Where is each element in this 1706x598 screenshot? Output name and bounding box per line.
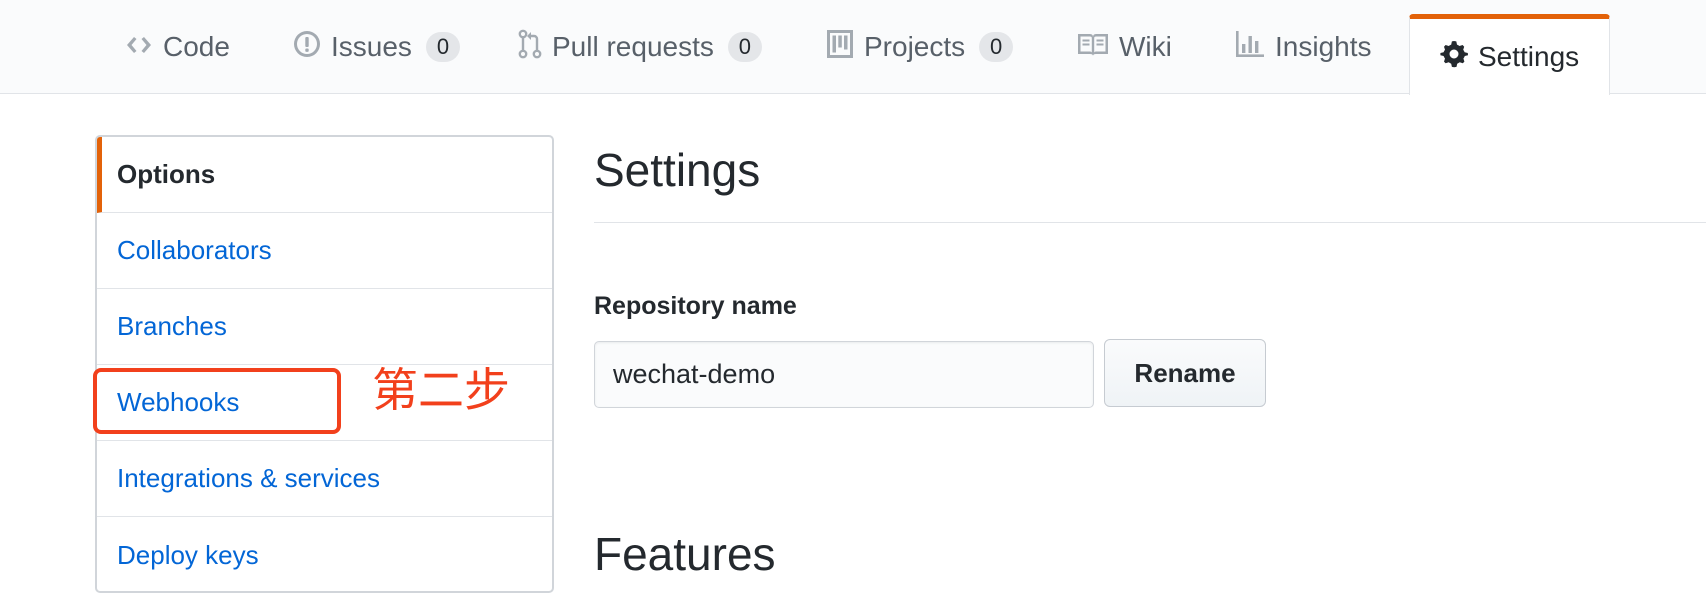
sidebar-item-integrations-services[interactable]: Integrations & services xyxy=(97,441,552,517)
tab-label: Pull requests xyxy=(552,31,714,62)
tab-projects[interactable]: Projects 0 xyxy=(826,0,1014,94)
tab-wiki[interactable]: Wiki xyxy=(1077,0,1172,94)
tab-label: Insights xyxy=(1275,31,1372,62)
tab-issues[interactable]: Issues 0 xyxy=(293,0,460,94)
annotation-step-label: 第二步 xyxy=(372,363,510,417)
repository-name-input[interactable] xyxy=(594,341,1094,408)
tab-settings[interactable]: Settings xyxy=(1409,14,1611,95)
tab-insights[interactable]: Insights xyxy=(1235,0,1372,94)
pull-requests-counter: 0 xyxy=(727,32,762,62)
gear-icon xyxy=(1440,40,1468,75)
rename-button[interactable]: Rename xyxy=(1104,339,1266,407)
sidebar-item-collaborators[interactable]: Collaborators xyxy=(97,213,552,289)
sidebar-item-branches[interactable]: Branches xyxy=(97,289,552,365)
project-icon xyxy=(826,29,854,66)
tab-code[interactable]: Code xyxy=(125,0,230,94)
features-heading: Features xyxy=(594,528,776,580)
page-title: Settings xyxy=(594,144,761,196)
tab-label: Code xyxy=(163,31,230,62)
tab-label: Settings xyxy=(1478,41,1580,72)
sidebar-item-deploy-keys[interactable]: Deploy keys xyxy=(97,517,552,591)
sidebar-item-options[interactable]: Options xyxy=(97,137,552,213)
graph-icon xyxy=(1235,30,1265,65)
issue-opened-icon xyxy=(293,30,321,65)
book-icon xyxy=(1077,31,1109,63)
code-icon xyxy=(125,31,153,63)
tab-pull-requests[interactable]: Pull requests 0 xyxy=(518,0,762,94)
repository-name-label: Repository name xyxy=(594,292,797,320)
repo-nav: Code Issues 0 Pull requests 0 Projects 0… xyxy=(0,0,1706,95)
tab-label: Projects xyxy=(864,31,966,62)
git-pull-request-icon xyxy=(518,29,542,66)
issues-counter: 0 xyxy=(425,32,460,62)
tab-label: Issues xyxy=(331,31,412,62)
tab-label: Wiki xyxy=(1119,31,1172,62)
projects-counter: 0 xyxy=(979,32,1014,62)
title-divider xyxy=(594,222,1706,223)
